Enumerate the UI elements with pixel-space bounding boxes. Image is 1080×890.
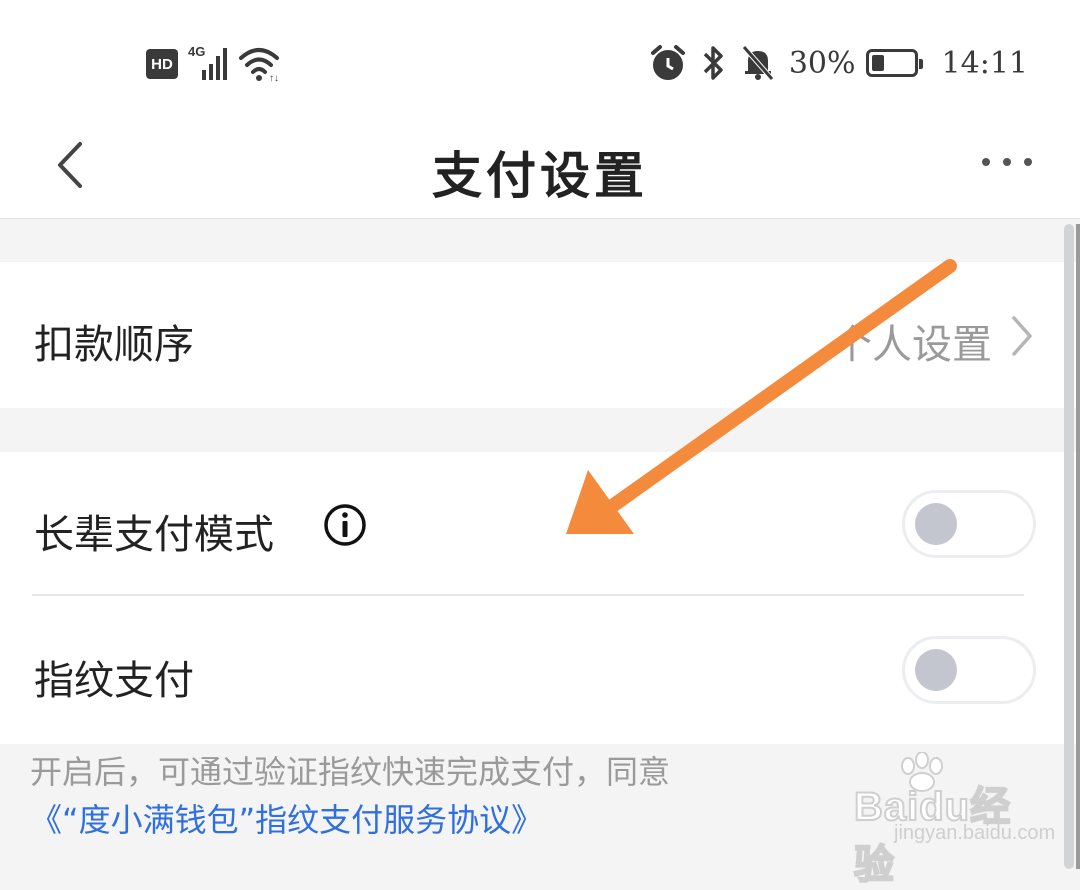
alarm-icon [650,45,685,80]
scrollbar-edge [1076,224,1080,869]
more-dot-icon [1024,158,1032,166]
deduction-order-label: 扣款顺序 [34,322,194,368]
elder-mode-label: 长辈支付模式 [34,512,274,558]
deduction-order-value: 个人设置 [832,322,992,368]
battery-icon [865,49,923,77]
wifi-icon: ↑↓ [239,48,279,82]
page-title: 支付设置 [432,146,648,205]
footnote-text: 开启后，可通过验证指纹快速完成支付，同意 [30,753,671,791]
chevron-right-icon [1012,316,1032,356]
status-right: 30% 14:11 [649,44,1028,82]
more-dot-icon [1003,158,1011,166]
scrollbar[interactable] [1064,224,1074,869]
signal-icon: 4G [188,44,227,82]
fingerprint-label: 指纹支付 [34,658,194,704]
toggle-knob [915,503,957,545]
info-icon[interactable] [322,502,368,548]
title-bar: 支付设置 [0,120,1080,219]
deduction-order-row[interactable]: 扣款顺序 个人设置 [0,262,1080,408]
battery-percent: 30% [788,45,856,81]
fingerprint-agreement-link[interactable]: 《“度小满钱包”指纹支付服务协议》 [30,796,1030,844]
signal-bars-icon [202,48,227,80]
elder-mode-toggle[interactable] [902,490,1036,558]
svg-text:↑↓: ↑↓ [269,73,279,82]
toggle-knob [915,649,957,691]
more-dot-icon [982,158,990,166]
fingerprint-footnote: 开启后，可通过验证指纹快速完成支付，同意 《“度小满钱包”指纹支付服务协议》 [30,748,1030,844]
divider [32,594,1024,596]
status-bar: HD 4G ↑↓ 30% 14:11 [0,0,1080,120]
clock: 14:11 [941,45,1028,81]
bluetooth-icon [703,46,723,80]
payment-modes-card: 长辈支付模式 指纹支付 [0,452,1080,744]
battery-fill [871,55,884,71]
status-left: HD 4G ↑↓ [146,44,280,82]
fingerprint-toggle[interactable] [902,636,1036,704]
bell-muted-icon [741,45,774,81]
more-options-button[interactable] [982,150,1032,174]
hd-badge: HD [146,49,178,79]
